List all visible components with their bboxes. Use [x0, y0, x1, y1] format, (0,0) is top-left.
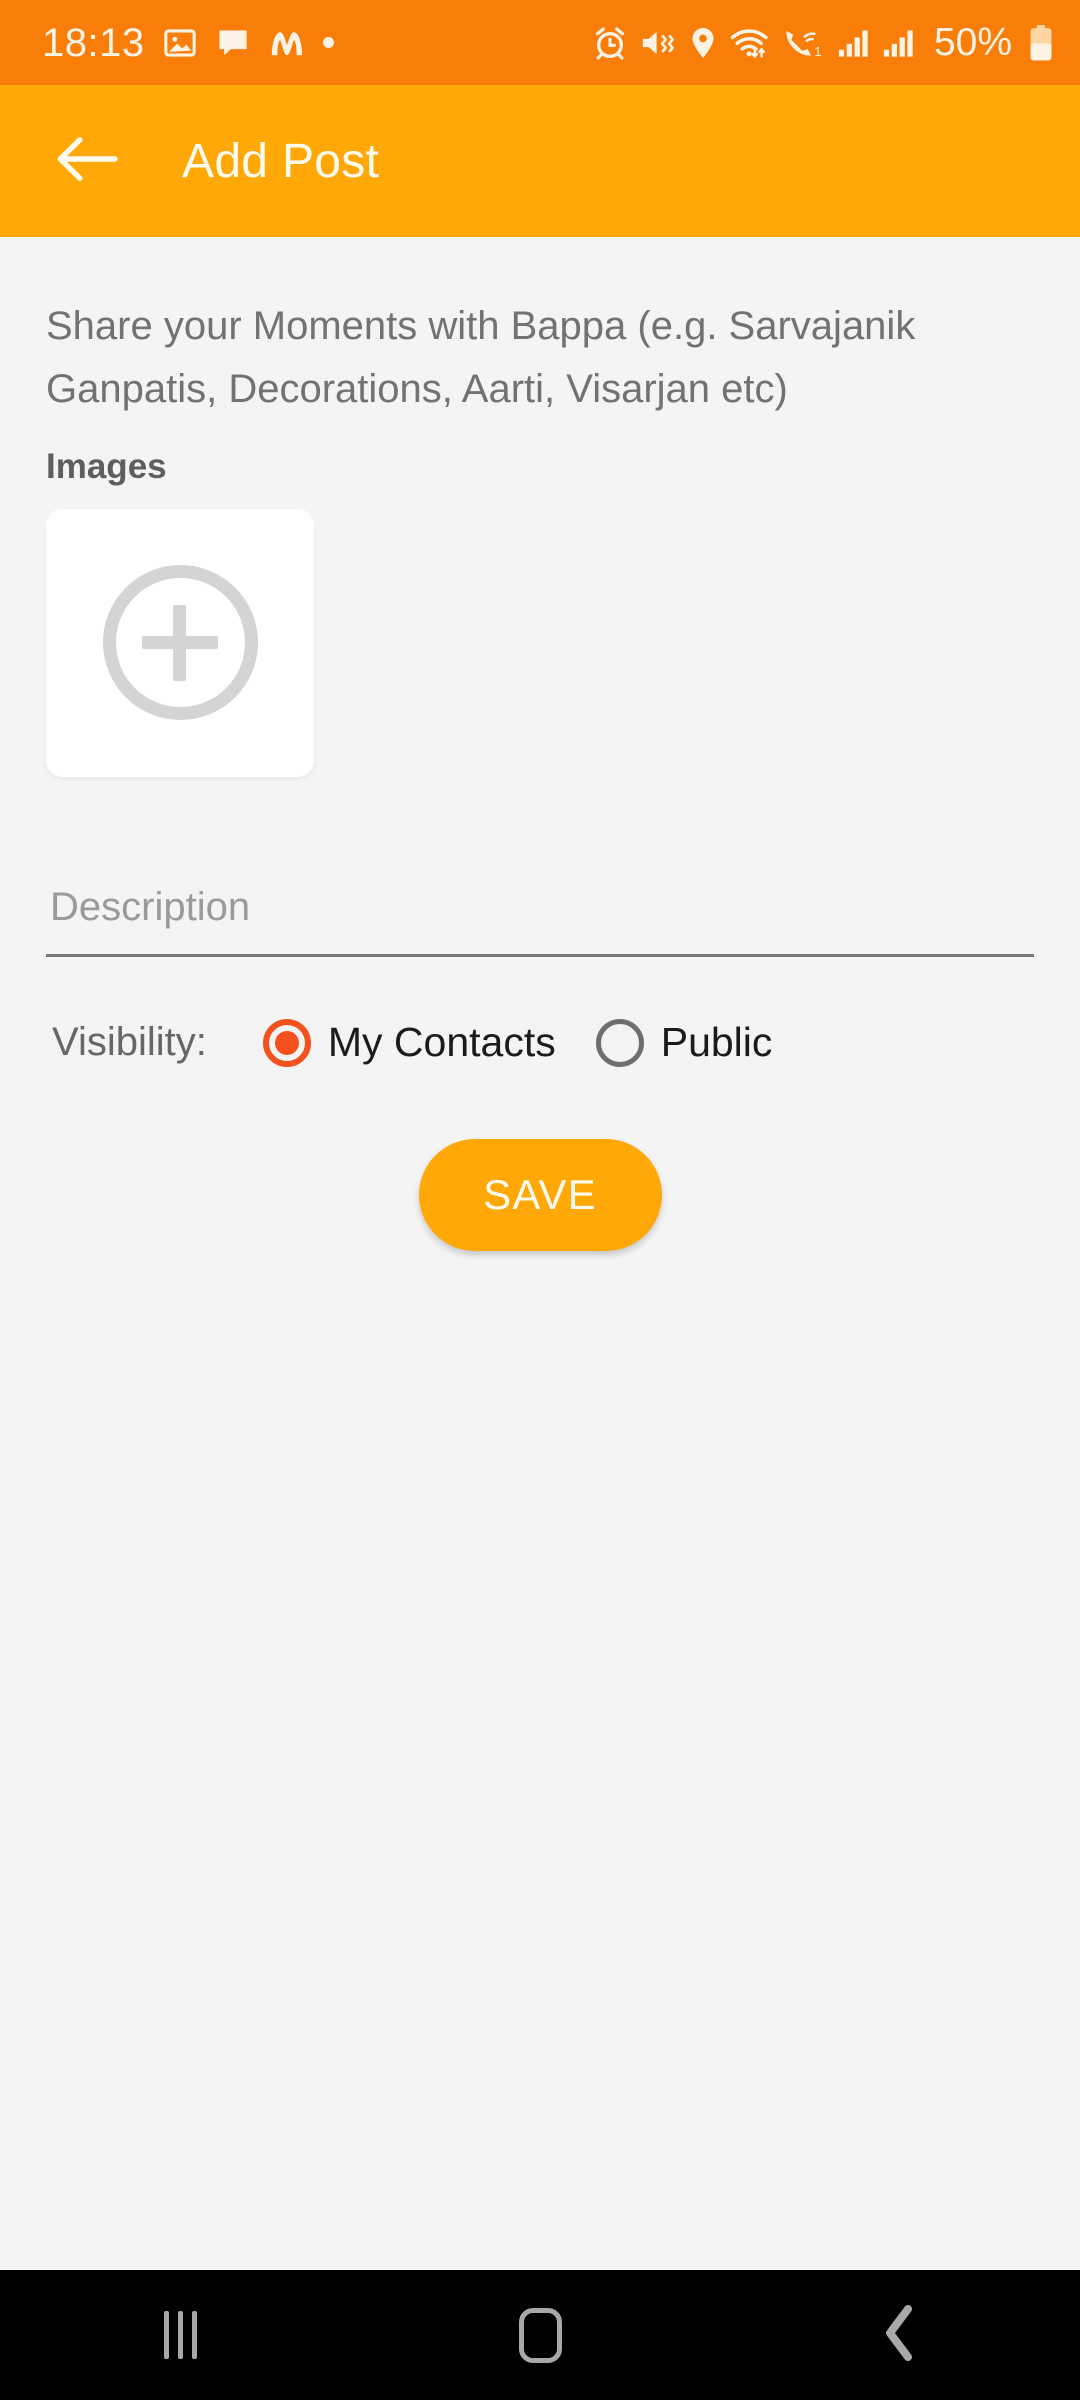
status-bar: 18:13 1 50% [0, 0, 1080, 85]
nav-home-button[interactable] [465, 2270, 615, 2400]
phone-screen: 18:13 1 50% Add Post Share your Moments … [0, 0, 1080, 2400]
battery-icon [1028, 24, 1054, 62]
page-title: Add Post [182, 134, 380, 188]
radio-public-label: Public [660, 1019, 773, 1066]
wifi-calling-icon: 1 [783, 26, 825, 60]
nav-recents-button[interactable] [105, 2270, 255, 2400]
plus-circle-icon [102, 565, 258, 721]
description-underline [46, 953, 1034, 957]
visibility-row: Visibility: My Contacts Public [46, 1018, 1034, 1067]
arrow-left-icon [55, 132, 119, 191]
images-label: Images [46, 446, 167, 486]
chevron-left-icon [882, 2304, 918, 2366]
battery-percentage-label: 50% [933, 21, 1012, 64]
save-button[interactable]: SAVE [418, 1138, 662, 1251]
main-content: Share your Moments with Bappa (e.g. Sarv… [0, 237, 1080, 2270]
signal-bars-sim2-icon [883, 28, 915, 58]
description-input[interactable] [46, 884, 1034, 954]
radio-my-contacts-label: My Contacts [327, 1019, 556, 1066]
svg-text:1: 1 [814, 45, 821, 59]
m-app-icon [269, 27, 305, 59]
home-icon [518, 2307, 562, 2363]
image-strip [46, 508, 1034, 777]
photo-icon [163, 26, 197, 60]
status-bar-right: 1 50% [593, 23, 1054, 62]
location-pin-icon [689, 26, 717, 60]
system-nav-bar [0, 2270, 1080, 2400]
radio-unchecked-icon [595, 1018, 644, 1067]
radio-inner-dot [274, 1030, 299, 1055]
description-field [46, 884, 1034, 957]
status-bar-left: 18:13 [42, 23, 334, 63]
add-image-button[interactable] [46, 508, 314, 777]
back-button[interactable] [48, 122, 126, 200]
radio-public[interactable]: Public [595, 1018, 773, 1067]
mute-vibrate-icon [640, 26, 676, 60]
intro-text: Share your Moments with Bappa (e.g. Sarv… [46, 304, 916, 411]
signal-bars-sim1-icon [838, 28, 870, 58]
wifi-data-icon [730, 26, 770, 60]
chat-bubble-icon [215, 26, 251, 60]
radio-checked-icon [262, 1018, 311, 1067]
save-button-wrapper: SAVE [46, 1138, 1034, 1251]
app-bar: Add Post [0, 85, 1080, 237]
status-clock: 18:13 [42, 20, 145, 65]
visibility-radio-group: My Contacts Public [262, 1018, 773, 1067]
nav-back-button[interactable] [825, 2270, 975, 2400]
radio-my-contacts[interactable]: My Contacts [262, 1018, 556, 1067]
alarm-icon [593, 26, 627, 60]
recents-icon [163, 2311, 197, 2359]
dot-indicator-icon [322, 37, 334, 48]
visibility-label: Visibility: [52, 1020, 207, 1065]
